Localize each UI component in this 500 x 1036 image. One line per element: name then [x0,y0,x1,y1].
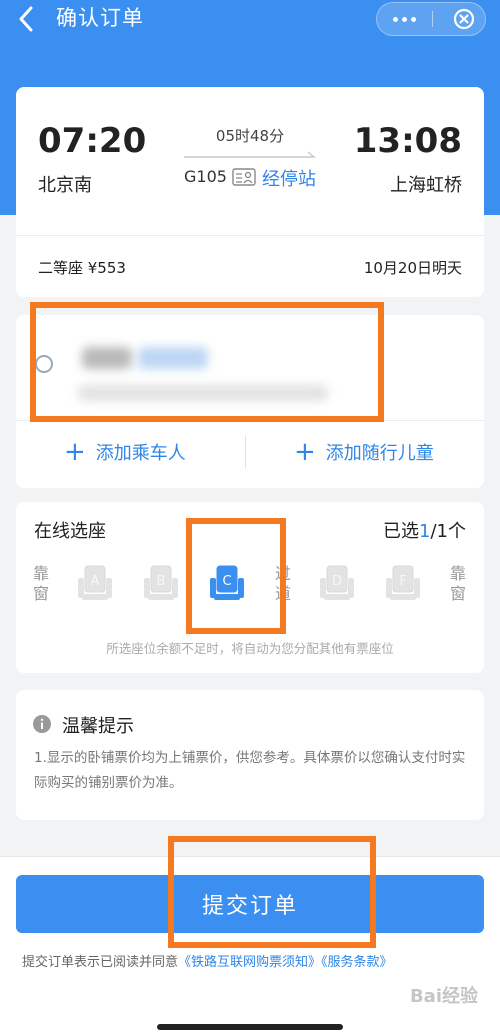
ticket-notice-link[interactable]: 《铁路互联网购票须知》 [178,955,321,970]
selected-number: 1 [419,521,431,542]
stops-link[interactable]: 经停站 [262,165,316,191]
arrival-time: 13:08 [353,121,462,161]
more-dot [401,16,407,22]
more-dots-icon [392,16,398,22]
seat-icon: D [320,565,354,600]
trip-card: 07:20 13:08 北京南 上海虹桥 05时48分 G105 经停站 二等座… [16,87,484,297]
info-icon [33,715,51,733]
seat-icon: A [78,565,112,600]
seat-icon: B [144,565,178,600]
home-indicator [157,1024,343,1030]
svg-text:F: F [399,574,406,589]
seat-d[interactable]: D [318,564,356,604]
tips-card: 温馨提示 1.显示的卧铺票价均为上铺票价，供您参考。具体票价以您确认支付时实际购… [16,690,484,820]
departure-time: 07:20 [38,121,147,161]
travel-date: 10月20日明天 [363,259,462,277]
back-button[interactable] [14,4,44,34]
selected-suffix: /1个 [430,521,466,542]
add-passenger-button[interactable]: + 添加乘车人 [64,435,186,469]
seat-b[interactable]: B [142,564,180,604]
divider [245,435,246,469]
svg-text:A: A [91,574,100,589]
svg-text:D: D [332,574,342,589]
selected-prefix: 已选 [383,521,420,542]
agreement-prefix: 提交订单表示已阅读并同意 [22,955,179,970]
divider [16,235,484,236]
arrival-station: 上海虹桥 [390,175,462,196]
add-child-button[interactable]: + 添加随行儿童 [294,435,434,469]
tips-text: 1.显示的卧铺票价均为上铺票价，供您参考。具体票价以您确认支付时实际购买的铺别票… [34,750,466,791]
tips-title: 温馨提示 [62,716,134,737]
seat-selection-title: 在线选座 [34,521,106,542]
svg-text:B: B [157,574,166,589]
arrow-right-icon [184,151,316,158]
selected-count: 已选1/1个 [383,517,466,543]
departure-station: 北京南 [38,175,92,196]
page-title: 确认订单 [56,6,144,30]
watermark: Bai经验 [409,986,478,1007]
seat-f[interactable]: F [384,564,422,604]
add-passenger-label: 添加乘车人 [95,443,186,464]
close-button[interactable] [453,8,475,30]
agreement-text: 提交订单表示已阅读并同意《铁路互联网购票须知》《服务条款》 [22,951,393,970]
seat-class-price: 二等座 ¥553 [38,259,126,277]
seat-a[interactable]: A [76,564,114,604]
plus-icon: + [64,437,86,467]
window-label-right: 靠窗 [449,564,466,603]
seat-icon: F [386,565,420,600]
timetable-icon [232,168,256,186]
mini-program-capsule [376,2,486,36]
highlight-box-seat [186,518,286,634]
chevron-left-icon [19,6,33,32]
capsule-divider [432,11,433,27]
window-label-left: 靠窗 [32,564,49,603]
plus-icon: + [294,437,316,467]
seat-note: 所选座位余额不足时，将自动为您分配其他有票座位 [106,641,394,656]
highlight-box-submit [168,836,376,948]
trip-duration: 05时48分 [215,127,285,145]
highlight-box-passenger [30,302,384,422]
train-number: G105 [184,167,227,186]
more-button[interactable] [377,3,431,35]
add-child-label: 添加随行儿童 [325,443,434,464]
nav-bar: 确认订单 [0,0,500,40]
close-circle-icon [453,8,475,30]
more-dot [410,16,416,22]
terms-link[interactable]: 《服务条款》 [321,955,393,970]
